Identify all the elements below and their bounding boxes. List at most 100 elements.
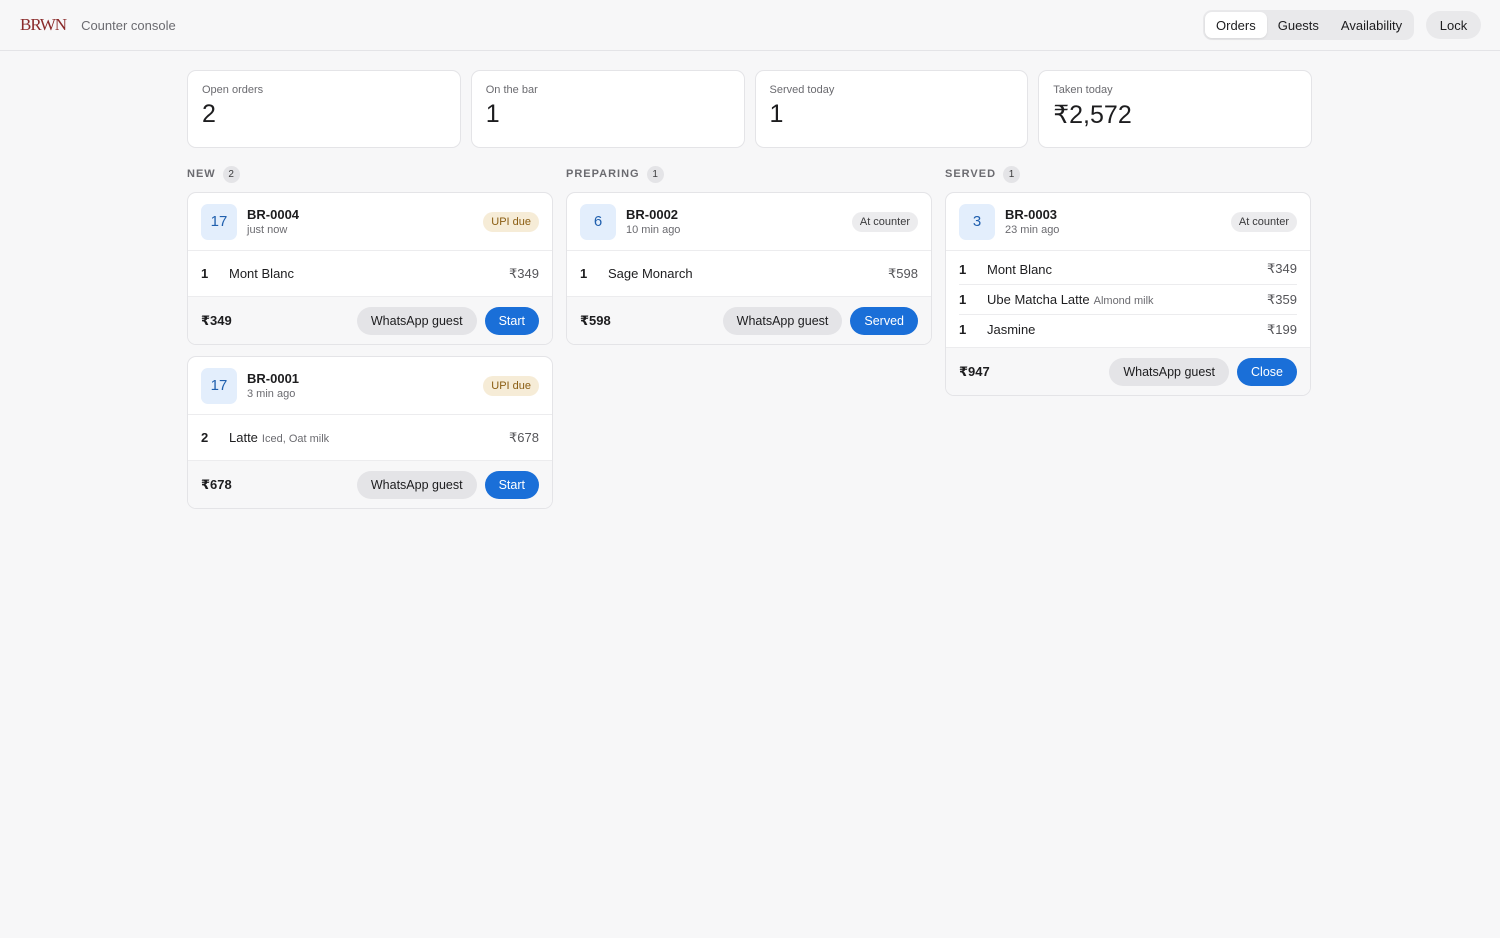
table-number: 6 bbox=[580, 203, 616, 240]
column-count-badge: 1 bbox=[1003, 165, 1021, 183]
order-item: 1 Ube Matcha Latte Almond milk ₹359 bbox=[959, 284, 1297, 314]
order-board: NEW 2 17 BR-0004 just now UPI due 1 Mont… bbox=[187, 165, 1312, 520]
column-new: NEW 2 17 BR-0004 just now UPI due 1 Mont… bbox=[187, 165, 553, 520]
order-item: 2 Latte Iced, Oat milk ₹678 bbox=[201, 418, 539, 457]
tab-availability[interactable]: Availability bbox=[1330, 12, 1413, 38]
item-quantity: 2 bbox=[201, 430, 209, 445]
stat-label: Served today bbox=[769, 84, 835, 96]
lock-button[interactable]: Lock bbox=[1426, 11, 1481, 39]
top-bar: BRWN Counter console Orders Guests Avail… bbox=[0, 0, 1500, 51]
tab-orders[interactable]: Orders bbox=[1205, 12, 1267, 38]
item-modifiers: Almond milk bbox=[1093, 295, 1154, 307]
start-button[interactable]: Start bbox=[484, 306, 539, 335]
order-card-header: 17 BR-0001 3 min ago UPI due bbox=[188, 357, 552, 415]
order-card-header: 6 BR-0002 10 min ago At counter bbox=[567, 193, 931, 251]
item-name-wrap: Ube Matcha Latte Almond milk bbox=[987, 292, 1267, 307]
column-header: NEW 2 bbox=[187, 165, 553, 183]
order-card-footer: ₹349 WhatsApp guest Start bbox=[188, 296, 552, 344]
payment-status-badge: UPI due bbox=[483, 375, 539, 396]
column-title: NEW bbox=[187, 168, 216, 180]
item-quantity: 1 bbox=[580, 266, 588, 281]
order-time: 3 min ago bbox=[247, 388, 296, 400]
payment-status-badge: At counter bbox=[851, 211, 918, 232]
order-items: 1 Mont Blanc ₹349 bbox=[188, 251, 552, 296]
column-count-badge: 1 bbox=[646, 165, 664, 183]
stat-label: Taken today bbox=[1053, 84, 1113, 96]
order-id: BR-0002 bbox=[626, 207, 679, 222]
order-total: ₹349 bbox=[201, 312, 232, 328]
order-id: BR-0004 bbox=[247, 207, 300, 222]
item-price: ₹349 bbox=[509, 265, 539, 281]
column-count-badge: 2 bbox=[222, 165, 240, 183]
stat-served-today: Served today 1 bbox=[754, 70, 1029, 148]
item-quantity: 1 bbox=[959, 322, 967, 337]
table-number: 3 bbox=[959, 203, 995, 240]
stat-value: 1 bbox=[769, 100, 784, 128]
table-number: 17 bbox=[201, 203, 237, 240]
order-card[interactable]: 17 BR-0001 3 min ago UPI due 2 Latte Iced… bbox=[187, 356, 553, 509]
payment-status-badge: UPI due bbox=[483, 211, 539, 232]
order-time: 10 min ago bbox=[626, 224, 681, 236]
item-price: ₹349 bbox=[1267, 261, 1297, 276]
item-name: Latte bbox=[229, 430, 258, 445]
item-price: ₹598 bbox=[888, 265, 918, 281]
order-card[interactable]: 6 BR-0002 10 min ago At counter 1 Sage M… bbox=[566, 192, 932, 345]
order-card-footer: ₹947 WhatsApp guest Close bbox=[946, 347, 1310, 395]
stat-on-the-bar: On the bar 1 bbox=[470, 70, 745, 148]
order-time: 23 min ago bbox=[1005, 224, 1060, 236]
item-price: ₹199 bbox=[1267, 321, 1297, 337]
tab-guests[interactable]: Guests bbox=[1267, 12, 1330, 38]
payment-status-badge: At counter bbox=[1230, 211, 1297, 232]
item-quantity: 1 bbox=[201, 266, 209, 281]
order-meta: BR-0004 just now bbox=[247, 207, 483, 236]
order-card[interactable]: 17 BR-0004 just now UPI due 1 Mont Blanc… bbox=[187, 192, 553, 345]
order-item: 1 Sage Monarch ₹598 bbox=[580, 254, 918, 293]
order-card[interactable]: 3 BR-0003 23 min ago At counter 1 Mont B… bbox=[945, 192, 1311, 396]
order-meta: BR-0002 10 min ago bbox=[626, 207, 852, 236]
stat-label: Open orders bbox=[202, 84, 264, 96]
whatsapp-guest-button[interactable]: WhatsApp guest bbox=[1109, 357, 1230, 386]
order-item: 1 Jasmine ₹199 bbox=[959, 314, 1297, 344]
order-card-footer: ₹678 WhatsApp guest Start bbox=[188, 460, 552, 508]
close-button[interactable]: Close bbox=[1237, 357, 1297, 386]
table-number: 17 bbox=[201, 367, 237, 404]
order-card-footer: ₹598 WhatsApp guest Served bbox=[567, 296, 931, 344]
item-name-wrap: Latte Iced, Oat milk bbox=[229, 430, 509, 445]
item-name: Sage Monarch bbox=[608, 266, 693, 281]
order-items: 1 Sage Monarch ₹598 bbox=[567, 251, 931, 296]
order-time: just now bbox=[247, 224, 288, 236]
order-id: BR-0001 bbox=[247, 371, 300, 386]
order-card-header: 17 BR-0004 just now UPI due bbox=[188, 193, 552, 251]
whatsapp-guest-button[interactable]: WhatsApp guest bbox=[356, 306, 477, 335]
order-items: 2 Latte Iced, Oat milk ₹678 bbox=[188, 415, 552, 460]
order-id: BR-0003 bbox=[1005, 207, 1058, 222]
column-header: SERVED 1 bbox=[945, 165, 1311, 183]
item-price: ₹678 bbox=[509, 429, 539, 445]
order-items: 1 Mont Blanc ₹349 1 Ube Matcha Latte Almo… bbox=[946, 251, 1310, 347]
order-item: 1 Mont Blanc ₹349 bbox=[959, 254, 1297, 284]
item-name: Jasmine bbox=[987, 322, 1036, 337]
item-quantity: 1 bbox=[959, 292, 967, 307]
brand-logo: BRWN bbox=[20, 15, 67, 34]
stats-row: Open orders 2 On the bar 1 Served today … bbox=[187, 70, 1312, 148]
column-preparing: PREPARING 1 6 BR-0002 10 min ago At coun… bbox=[566, 165, 932, 520]
whatsapp-guest-button[interactable]: WhatsApp guest bbox=[722, 306, 843, 335]
item-name-wrap: Jasmine bbox=[987, 322, 1267, 337]
item-name-wrap: Mont Blanc bbox=[987, 262, 1267, 277]
column-title: PREPARING bbox=[566, 168, 640, 180]
whatsapp-guest-button[interactable]: WhatsApp guest bbox=[356, 470, 477, 499]
served-button[interactable]: Served bbox=[850, 306, 918, 335]
order-meta: BR-0003 23 min ago bbox=[1005, 207, 1231, 236]
item-quantity: 1 bbox=[959, 261, 967, 277]
item-name: Ube Matcha Latte bbox=[987, 292, 1090, 307]
start-button[interactable]: Start bbox=[484, 470, 539, 499]
order-total: ₹598 bbox=[580, 312, 611, 328]
item-name-wrap: Mont Blanc bbox=[229, 266, 509, 281]
stat-value: 1 bbox=[485, 100, 500, 128]
console-label: Counter console bbox=[81, 17, 176, 33]
stat-value: 2 bbox=[202, 100, 216, 128]
item-name: Mont Blanc bbox=[987, 261, 1053, 277]
column-header: PREPARING 1 bbox=[566, 165, 932, 183]
item-name-wrap: Sage Monarch bbox=[608, 266, 888, 281]
stat-label: On the bar bbox=[485, 84, 538, 96]
